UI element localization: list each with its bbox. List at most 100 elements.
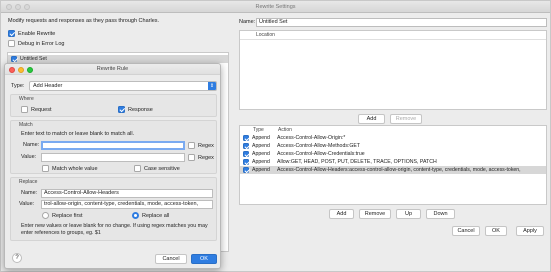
replace-first-radio[interactable]: Replace first: [42, 212, 83, 219]
rule-type: Append: [252, 151, 270, 157]
where-group: Where Request Response: [10, 94, 217, 117]
dialog-ok-button[interactable]: OK: [191, 254, 217, 264]
rule-row-selected[interactable]: Append Access-Control-Allow-Headers:acces…: [240, 166, 546, 174]
description-text: Modify requests and responses as they pa…: [8, 18, 160, 24]
replace-value-input[interactable]: trol-allow-origin, content-type, credent…: [41, 200, 213, 209]
type-column-header: Type: [253, 127, 264, 133]
response-checkbox[interactable]: Response: [118, 106, 153, 113]
name-label: Name:: [239, 19, 256, 25]
type-value: Add Header: [33, 83, 63, 89]
rewrite-rule-dialog: Rewrite Rule Type: Add Header ⇕ Where Re…: [4, 63, 221, 269]
rule-action: Access-Control-Allow-Headers:access-cont…: [277, 167, 521, 173]
replace-all-label: Replace all: [142, 212, 170, 219]
set-row[interactable]: Untitled Set: [8, 55, 228, 63]
request-checkbox[interactable]: Request: [21, 106, 52, 113]
location-column-header: Location: [256, 32, 275, 38]
match-name-input[interactable]: [41, 141, 185, 150]
window-titlebar: Rewrite Settings: [1, 1, 550, 13]
window-title: Rewrite Settings: [255, 4, 296, 10]
check-icon[interactable]: [243, 158, 249, 165]
rule-type: Append: [252, 143, 270, 149]
rules-table[interactable]: Type Action Append Access-Control-Allow-O…: [239, 125, 547, 205]
chevron-updown-icon: ⇕: [208, 82, 216, 90]
replace-all-radio[interactable]: Replace all: [132, 212, 169, 219]
check-icon[interactable]: [243, 166, 249, 173]
type-select[interactable]: Add Header ⇕: [29, 81, 217, 91]
locations-table[interactable]: Location: [239, 30, 547, 110]
match-group: Match Enter text to match or leave blank…: [10, 120, 217, 174]
move-up-button[interactable]: Up: [396, 209, 421, 219]
check-icon: [8, 30, 15, 37]
rule-action: Access-Control-Allow-Methods:GET: [277, 143, 361, 149]
match-whole-checkbox[interactable]: Match whole value: [42, 165, 98, 172]
where-label: Where: [19, 96, 34, 102]
type-label: Type:: [11, 83, 25, 89]
remove-location-button[interactable]: Remove: [390, 114, 422, 124]
cancel-button[interactable]: Cancel: [452, 226, 480, 236]
rule-action: Access-Control-Allow-Origin:*: [277, 135, 346, 141]
checkbox-box: [42, 165, 49, 172]
minimize-dialog-button[interactable]: [18, 66, 24, 73]
minimize-window-button[interactable]: [15, 4, 21, 10]
rule-action: Access-Control-Allow-Credentials:true: [277, 151, 365, 157]
close-window-button[interactable]: [6, 4, 12, 10]
check-icon[interactable]: [243, 134, 249, 141]
response-label: Response: [128, 106, 153, 113]
value-regex-checkbox[interactable]: Regex: [188, 154, 214, 161]
check-icon[interactable]: [243, 150, 249, 157]
debug-label: Debug in Error Log: [18, 40, 65, 47]
zoom-dialog-button[interactable]: [27, 66, 33, 73]
match-value-input[interactable]: [41, 153, 185, 162]
match-whole-label: Match whole value: [52, 165, 98, 172]
regex-label: Regex: [198, 142, 214, 149]
case-sensitive-label: Case sensitive: [144, 165, 180, 172]
debug-checkbox[interactable]: Debug in Error Log: [8, 40, 64, 47]
dialog-titlebar: Rewrite Rule: [5, 64, 220, 75]
rule-type: Append: [252, 135, 270, 141]
name-regex-checkbox[interactable]: Regex: [188, 142, 214, 149]
checkbox-box: [188, 154, 195, 161]
check-icon[interactable]: [11, 55, 17, 62]
remove-rule-button[interactable]: Remove: [359, 209, 391, 219]
rule-row[interactable]: Append Access-Control-Allow-Origin:*: [240, 134, 546, 142]
radio-circle: [42, 212, 49, 219]
checkbox-box: [134, 165, 141, 172]
case-sensitive-checkbox[interactable]: Case sensitive: [134, 165, 180, 172]
check-icon[interactable]: [243, 142, 249, 149]
close-dialog-button[interactable]: [9, 66, 15, 73]
set-name: Untitled Set: [20, 56, 47, 62]
rule-type: Append: [252, 159, 270, 165]
window-controls: [6, 4, 30, 10]
help-icon[interactable]: ?: [12, 253, 22, 263]
rule-row[interactable]: Append Access-Control-Allow-Methods:GET: [240, 142, 546, 150]
request-label: Request: [31, 106, 52, 113]
regex-label: Regex: [198, 154, 214, 161]
set-name-input[interactable]: Untitled Set: [256, 18, 547, 27]
match-label: Match: [19, 122, 33, 128]
dialog-title: Rewrite Rule: [96, 66, 129, 72]
rule-type: Append: [252, 167, 270, 173]
replace-first-label: Replace first: [52, 212, 83, 219]
apply-button[interactable]: Apply: [516, 226, 544, 236]
action-column-header: Action: [278, 127, 292, 133]
rule-row[interactable]: Append Access-Control-Allow-Credentials:t…: [240, 150, 546, 158]
checkbox-box: [188, 142, 195, 149]
dialog-cancel-button[interactable]: Cancel: [155, 254, 187, 264]
match-hint: Enter text to match or leave blank to ma…: [21, 131, 135, 137]
replace-value-label: Value:: [19, 201, 35, 207]
match-name-label: Name:: [23, 142, 40, 148]
rule-action: Allow:GET, HEAD, POST, PUT, DELETE, TRAC…: [277, 159, 437, 165]
add-rule-button[interactable]: Add: [329, 209, 354, 219]
replace-name-label: Name:: [21, 190, 38, 196]
ok-button[interactable]: OK: [485, 226, 507, 236]
checkbox-box: [8, 40, 15, 47]
rule-row[interactable]: Append Allow:GET, HEAD, POST, PUT, DELETE…: [240, 158, 546, 166]
replace-group: Replace Name: Access-Control-Allow-Heade…: [10, 177, 217, 241]
checkbox-box: [21, 106, 28, 113]
move-down-button[interactable]: Down: [426, 209, 455, 219]
replace-name-input[interactable]: Access-Control-Allow-Headers: [41, 189, 213, 198]
add-location-button[interactable]: Add: [358, 114, 385, 124]
enable-rewrite-checkbox[interactable]: Enable Rewrite: [8, 30, 55, 37]
zoom-window-button[interactable]: [24, 4, 30, 10]
check-icon: [118, 106, 125, 113]
